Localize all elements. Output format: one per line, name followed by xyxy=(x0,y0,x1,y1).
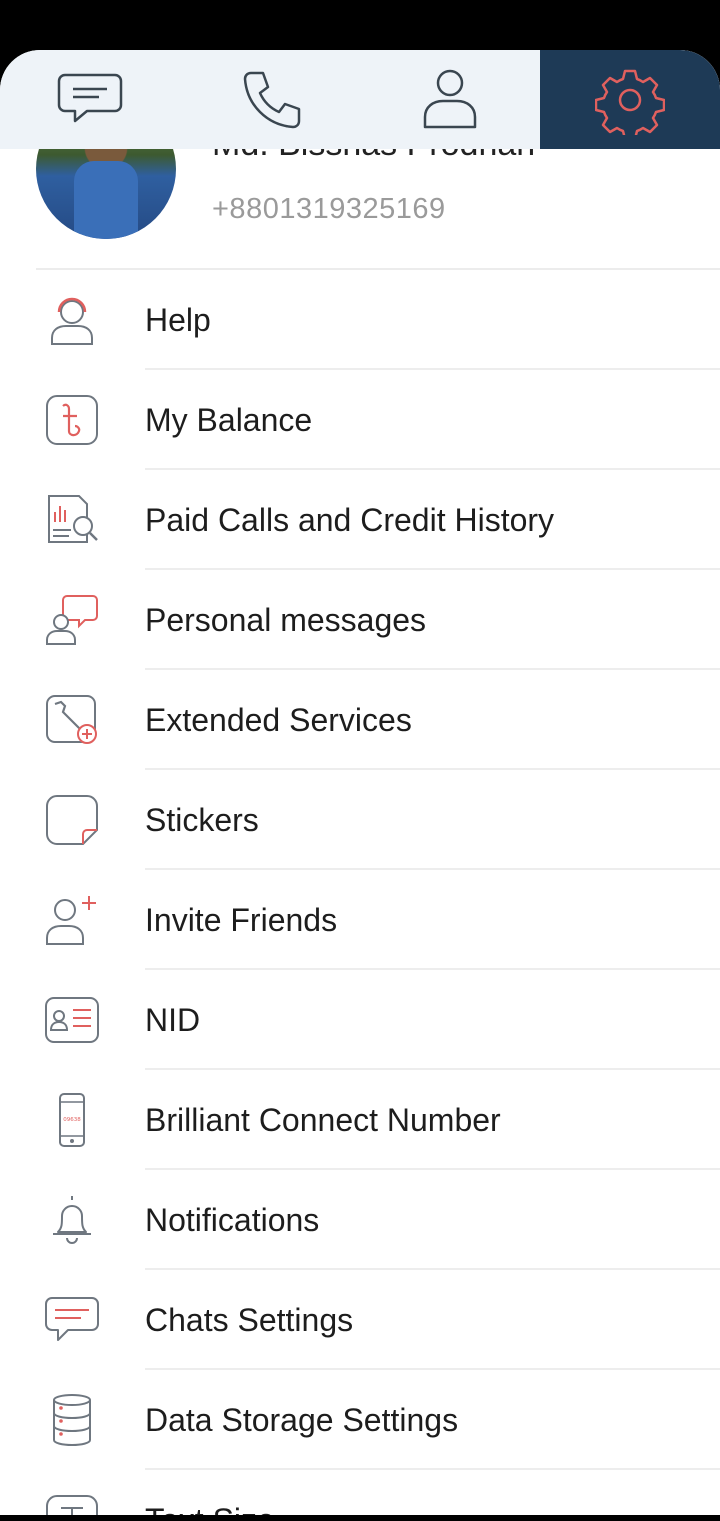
menu-item-notifications[interactable]: Notifications xyxy=(0,1170,720,1270)
menu-item-label: Chats Settings xyxy=(145,1301,354,1338)
menu-item-label: Paid Calls and Credit History xyxy=(145,501,555,538)
mobile-phone-icon: 09638 xyxy=(59,1093,85,1147)
menu-item-label: My Balance xyxy=(145,401,313,438)
tab-contacts[interactable] xyxy=(360,50,540,149)
gear-icon xyxy=(595,69,665,135)
top-tab-bar xyxy=(0,50,720,149)
menu-item-label: Text Size xyxy=(145,1502,275,1516)
report-search-icon xyxy=(48,495,98,543)
bell-icon xyxy=(53,1196,91,1244)
menu-item-label: Data Storage Settings xyxy=(145,1401,459,1438)
menu-item-label: Notifications xyxy=(145,1201,320,1238)
menu-item-label: Personal messages xyxy=(145,601,427,638)
wrench-plus-icon xyxy=(46,695,97,744)
sticker-icon xyxy=(46,795,98,845)
settings-screen: Md. Bisshas Prodhan +8801319325169 Help … xyxy=(0,50,720,1515)
menu-item-label: Invite Friends xyxy=(145,901,338,938)
taka-wallet-icon xyxy=(46,395,98,445)
profile-phone: +8801319325169 xyxy=(212,193,446,225)
menu-item-label: Help xyxy=(145,301,211,338)
menu-item-label: Stickers xyxy=(145,801,259,838)
tab-chats[interactable] xyxy=(0,50,180,149)
settings-menu: Help My Balance Paid Calls and Credit Hi… xyxy=(0,270,720,1515)
chat-bubble-icon xyxy=(57,73,123,122)
tab-settings[interactable] xyxy=(540,50,720,149)
menu-item-invite-friends[interactable]: Invite Friends xyxy=(0,870,720,970)
database-icon xyxy=(53,1394,91,1447)
menu-item-stickers[interactable]: Stickers xyxy=(0,770,720,870)
menu-item-label: NID xyxy=(145,1001,201,1038)
menu-item-chats-settings[interactable]: Chats Settings xyxy=(0,1270,720,1370)
menu-item-paid-calls-history[interactable]: Paid Calls and Credit History xyxy=(0,470,720,570)
id-card-icon xyxy=(45,997,99,1043)
profile-header[interactable]: Md. Bisshas Prodhan +8801319325169 xyxy=(0,99,720,270)
phone-icon xyxy=(243,71,301,128)
menu-item-label: Extended Services xyxy=(145,701,412,738)
person-message-icon xyxy=(46,595,98,645)
support-agent-icon xyxy=(51,297,93,345)
person-icon xyxy=(423,69,477,128)
svg-text:09638: 09638 xyxy=(63,1117,81,1123)
tab-calls[interactable] xyxy=(180,50,360,149)
menu-item-my-balance[interactable]: My Balance xyxy=(0,370,720,470)
menu-item-personal-messages[interactable]: Personal messages xyxy=(0,570,720,670)
add-person-icon xyxy=(46,896,96,945)
menu-item-brilliant-connect-number[interactable]: 09638 Brilliant Connect Number xyxy=(0,1070,720,1170)
text-size-icon xyxy=(46,1495,98,1515)
menu-item-text-size[interactable]: Text Size xyxy=(0,1470,720,1515)
menu-item-help[interactable]: Help xyxy=(0,270,720,370)
menu-item-nid[interactable]: NID xyxy=(0,970,720,1070)
menu-item-label: Brilliant Connect Number xyxy=(145,1101,501,1138)
menu-item-extended-services[interactable]: Extended Services xyxy=(0,670,720,770)
chat-settings-icon xyxy=(45,1297,99,1341)
menu-item-data-storage-settings[interactable]: Data Storage Settings xyxy=(0,1370,720,1470)
